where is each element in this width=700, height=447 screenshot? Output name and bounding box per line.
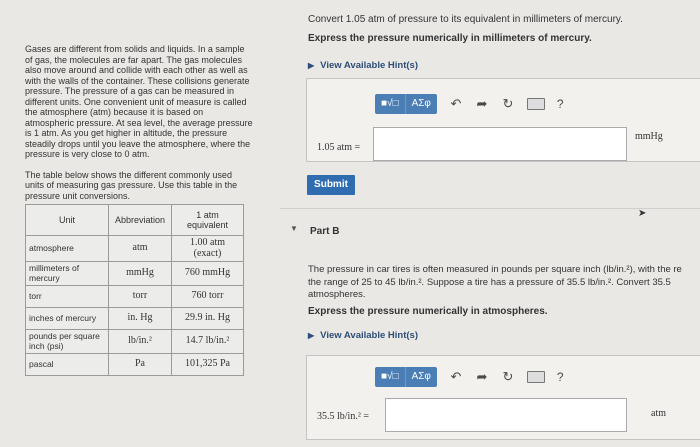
column-header: Abbreviation [108,204,172,236]
undo-icon[interactable]: ↶ [449,96,463,112]
part-a-instruction: Express the pressure numerically in mill… [308,33,592,44]
part-b-answer-input[interactable] [385,398,627,432]
question-panel: Convert 1.05 atm of pressure to its equi… [280,0,700,447]
mouse-cursor-icon: ➤ [638,208,647,219]
column-header: Unit [25,204,109,236]
table-cell: in. Hg [108,307,172,330]
redo-icon[interactable]: ➦ [475,96,489,112]
redo-icon[interactable]: ➦ [475,369,489,385]
templates-button[interactable]: ■√□ [375,367,406,387]
caret-right-icon: ▶ [308,61,315,70]
table-cell: inches of mercury [25,307,109,330]
table-cell: lb/in.² [108,329,172,354]
part-b-hints-link[interactable]: ▶ View Available Hint(s) [308,330,418,341]
table-cell: torr [108,285,172,308]
part-b-title[interactable]: Part B [310,226,339,237]
table-cell: pounds per square inch (psi) [25,329,109,354]
hints-label: View Available Hint(s) [320,330,418,341]
table-cell: torr [25,285,109,308]
section-divider [280,208,700,209]
part-b-field-label: 35.5 lb/in.² = [317,411,369,422]
table-cell: atmosphere [25,235,109,262]
part-b-question-line: the range of 25 to 45 lb/in.². Suppose a… [308,276,671,288]
math-toolbar: ■√□ ΑΣφ ↶ ➦ ↻ ? [375,93,564,115]
table-row: atmosphere atm 1.00 atm (exact) [25,235,244,262]
help-button[interactable]: ? [557,370,564,384]
table-cell: Pa [108,353,172,376]
part-a-hints-link[interactable]: ▶ View Available Hint(s) [308,60,418,71]
intro-text: Gases are different from solids and liqu… [25,44,253,159]
table-row: pounds per square inch (psi) lb/in.² 14.… [25,329,244,354]
table-cell: atm [108,235,172,262]
table-cell: 760 mmHg [171,261,244,286]
part-b-answer-box: ■√□ ΑΣφ ↶ ➦ ↻ ? 35.5 lb/in.² = atm [306,355,700,440]
table-cell: 101,325 Pa [171,353,244,376]
toolbar-blue-group: ■√□ ΑΣφ [375,94,437,114]
column-header: 1 atm equivalent [171,204,244,236]
keyboard-icon[interactable] [526,371,545,383]
table-cell: 29.9 in. Hg [171,307,244,330]
table-row: millimeters of mercury mmHg 760 mmHg [25,261,244,286]
undo-icon[interactable]: ↶ [449,369,463,385]
math-toolbar: ■√□ ΑΣφ ↶ ➦ ↻ ? [375,366,564,388]
help-button[interactable]: ? [557,97,564,111]
pressure-units-table: Unit Abbreviation 1 atm equivalent atmos… [25,204,244,376]
part-a-answer-input[interactable] [373,127,627,161]
table-row: pascal Pa 101,325 Pa [25,353,244,376]
table-cell: mmHg [108,261,172,286]
reset-icon[interactable]: ↻ [501,96,515,112]
collapse-caret-icon[interactable]: ▼ [290,224,298,233]
hints-label: View Available Hint(s) [320,60,418,71]
reset-icon[interactable]: ↻ [501,369,515,385]
info-panel: Gases are different from solids and liqu… [25,44,253,376]
part-a-unit-label: mmHg [635,131,663,142]
keyboard-icon[interactable] [526,98,545,110]
part-b-question-line: atmospheres. [308,289,366,300]
table-cell: 14.7 lb/in.² [171,329,244,354]
page: Gases are different from solids and liqu… [0,0,700,447]
submit-button[interactable]: Submit [307,175,355,195]
greek-symbols-button[interactable]: ΑΣφ [406,367,437,387]
templates-button[interactable]: ■√□ [375,94,406,114]
part-b-question-line: The pressure in car tires is often measu… [308,264,682,275]
table-row: torr torr 760 torr [25,285,244,308]
table-cell: 760 torr [171,285,244,308]
table-header-row: Unit Abbreviation 1 atm equivalent [25,204,244,236]
table-row: inches of mercury in. Hg 29.9 in. Hg [25,307,244,330]
table-cell: millimeters of mercury [25,261,109,286]
part-a-answer-box: ■√□ ΑΣφ ↶ ➦ ↻ ? 1.05 atm = mmHg [306,78,700,162]
part-b-question: The pressure in car tires is often measu… [308,264,700,302]
caret-right-icon: ▶ [308,331,315,340]
greek-symbols-button[interactable]: ΑΣφ [406,94,437,114]
toolbar-blue-group: ■√□ ΑΣφ [375,367,437,387]
part-a-field-label: 1.05 atm = [317,142,361,153]
part-b-instruction: Express the pressure numerically in atmo… [308,306,548,317]
table-cell: pascal [25,353,109,376]
part-a-question: Convert 1.05 atm of pressure to its equi… [308,14,623,25]
table-intro-text: The table below shows the different comm… [25,169,238,201]
table-cell: 1.00 atm (exact) [171,235,244,262]
part-b-unit-label: atm [651,408,666,419]
